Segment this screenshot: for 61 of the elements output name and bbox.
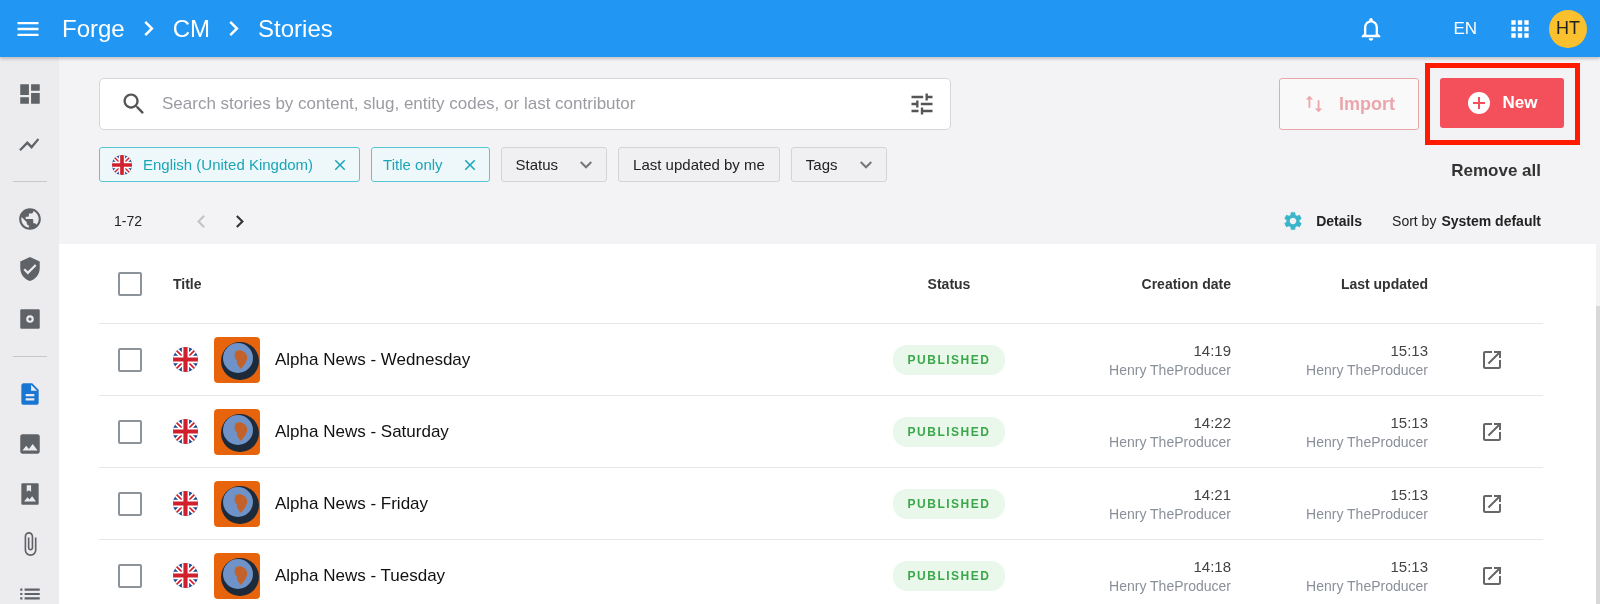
globe-icon[interactable] [16, 206, 43, 232]
uk-flag-icon [173, 419, 198, 444]
user-avatar[interactable]: HT [1549, 9, 1587, 48]
update-time: 15:13 [1390, 341, 1428, 359]
updater-name: Henry TheProducer [1306, 577, 1428, 594]
column-header[interactable]: Title [173, 275, 202, 292]
sort-selector[interactable]: System default [1441, 213, 1541, 229]
story-title[interactable]: Alpha News - Wednesday [275, 349, 471, 370]
update-time: 15:13 [1390, 557, 1428, 575]
search-input[interactable]: Search stories by content, slug, entity codes, or last contributor [160, 93, 908, 115]
status-badge: PUBLISHED [892, 344, 1006, 375]
column-header[interactable]: Last updated [1340, 275, 1428, 292]
status-badge: PUBLISHED [892, 560, 1006, 591]
select-all-checkbox[interactable] [118, 271, 142, 296]
column-header[interactable]: Creation date [1141, 275, 1231, 292]
status-badge: PUBLISHED [892, 488, 1006, 519]
plus-circle-icon [1466, 91, 1491, 115]
uk-flag-icon [173, 563, 198, 588]
updater-name: Henry TheProducer [1306, 361, 1428, 378]
filter-chip[interactable]: Last updated by me [618, 147, 780, 182]
update-time: 15:13 [1390, 485, 1428, 503]
page-range: 1-72 [114, 213, 143, 229]
status-badge: PUBLISHED [892, 416, 1006, 447]
chevron-right-icon [143, 21, 154, 36]
chevron-right-icon[interactable] [236, 214, 245, 228]
row-checkbox[interactable] [118, 347, 142, 372]
creator-name: Henry TheProducer [1109, 505, 1231, 522]
sort-label: Sort by [1392, 213, 1437, 229]
creator-name: Henry TheProducer [1109, 433, 1231, 450]
globe-thumbnail [214, 336, 260, 383]
creator-name: Henry TheProducer [1109, 577, 1231, 594]
caret-down-icon [580, 160, 593, 169]
creation-time: 14:18 [1193, 557, 1231, 575]
creation-time: 14:19 [1193, 341, 1231, 359]
updater-name: Henry TheProducer [1306, 505, 1428, 522]
uk-flag-icon [173, 347, 198, 372]
row-checkbox[interactable] [118, 491, 142, 516]
creation-time: 14:21 [1193, 485, 1231, 503]
creator-name: Henry TheProducer [1109, 361, 1231, 378]
caret-down-icon [859, 160, 872, 169]
creation-time: 14:22 [1193, 413, 1231, 431]
story-title[interactable]: Alpha News - Friday [275, 493, 429, 514]
filter-chip[interactable]: Status [500, 147, 608, 182]
updater-name: Henry TheProducer [1306, 433, 1428, 450]
row-checkbox[interactable] [118, 419, 142, 444]
scrollbar[interactable] [1596, 306, 1600, 604]
remove-all-link[interactable]: Remove all [1451, 160, 1541, 181]
globe-thumbnail [214, 480, 260, 527]
row-checkbox[interactable] [118, 563, 142, 588]
column-header[interactable]: Status [927, 275, 971, 292]
globe-thumbnail [214, 552, 260, 599]
update-time: 15:13 [1390, 413, 1428, 431]
story-title[interactable]: Alpha News - Saturday [275, 421, 449, 442]
filter-chip[interactable]: Tags [790, 147, 887, 182]
details-link[interactable]: Details [1316, 213, 1363, 229]
chevron-right-icon [229, 21, 240, 36]
search-field[interactable]: Search stories by content, slug, entity codes, or last contributor [99, 78, 951, 130]
uk-flag-icon [173, 491, 198, 516]
story-title[interactable]: Alpha News - Tuesday [275, 565, 446, 586]
globe-thumbnail [214, 408, 260, 455]
uk-flag-icon [111, 153, 133, 176]
